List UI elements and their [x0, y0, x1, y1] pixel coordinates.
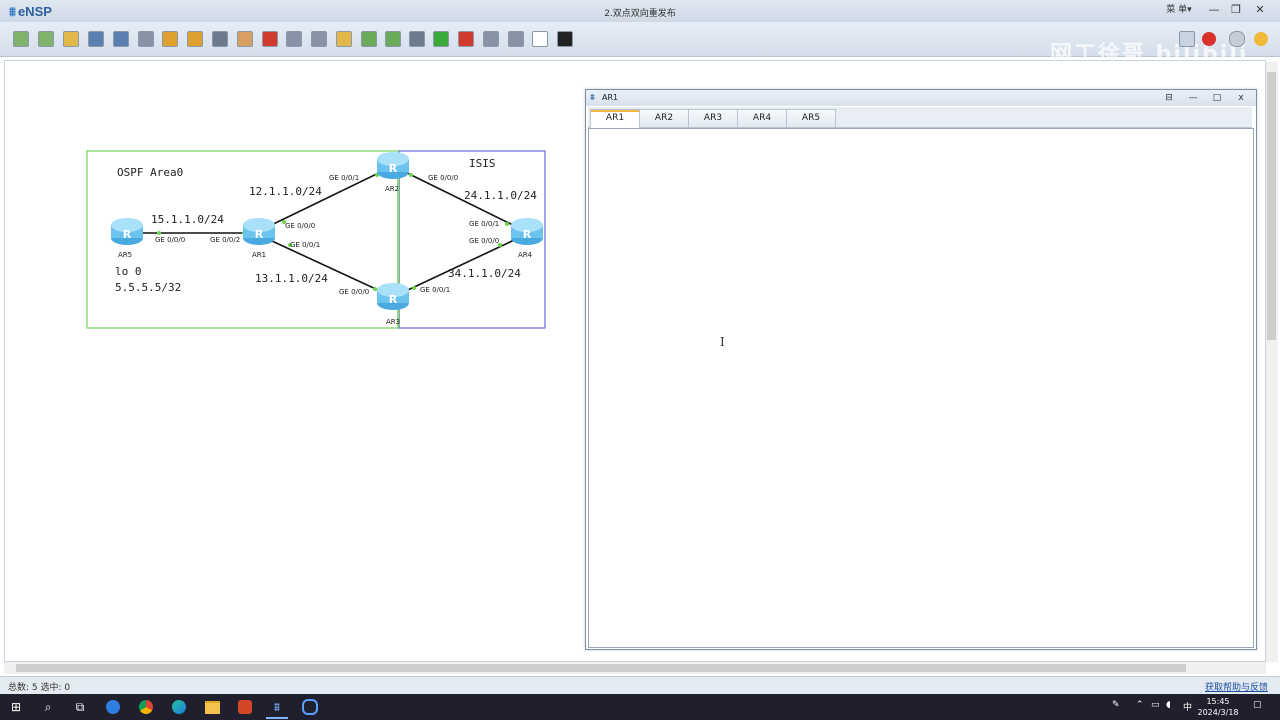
- ospf-area-label: OSPF Area0: [117, 166, 184, 179]
- port-ar4-g001: GE 0/0/1: [469, 220, 500, 228]
- router-ar1-label[interactable]: AR1: [252, 251, 266, 259]
- isis-area-label: ISIS: [469, 157, 496, 170]
- router-ar2-label[interactable]: AR2: [385, 185, 399, 193]
- loopback-address: 5.5.5.5/32: [115, 281, 182, 294]
- search-app-icon[interactable]: [299, 697, 321, 717]
- router-ar3-label[interactable]: AR3: [386, 318, 400, 326]
- link-ar1-ar2: [258, 165, 394, 232]
- volume-icon[interactable]: ◖: [1166, 700, 1171, 710]
- subnet-13: 13.1.1.0/24: [255, 272, 328, 285]
- ensp-icon[interactable]: ⩩: [266, 697, 288, 719]
- tab-ar5[interactable]: AR5: [786, 109, 836, 128]
- subnet-12: 12.1.1.0/24: [249, 185, 322, 198]
- port-dot: [505, 222, 509, 226]
- router-ar4-icon: R: [511, 218, 543, 245]
- console-tabs: AR1 AR2 AR3 AR4 AR5: [588, 107, 1252, 128]
- status-bar: 总数: 5 选中: 0 获取帮助与反馈: [0, 676, 1280, 695]
- router-ar2-icon: R: [377, 152, 409, 179]
- status-count: 总数: 5 选中: 0: [8, 683, 71, 693]
- svg-text:R: R: [389, 293, 398, 306]
- router-ar1-icon: R: [243, 218, 275, 245]
- clock-date: 2024/3/18: [1197, 708, 1239, 717]
- notification-icon[interactable]: ▢: [1253, 700, 1262, 710]
- link-ar1-ar3: [258, 234, 394, 298]
- svg-text:R: R: [255, 228, 264, 241]
- vertical-scroll-thumb[interactable]: [1267, 72, 1276, 340]
- help-feedback-link[interactable]: 获取帮助与反馈: [1205, 680, 1268, 693]
- start-icon[interactable]: ⊞: [5, 697, 27, 717]
- port-ar1-g001: GE 0/0/1: [290, 241, 321, 249]
- svg-text:R: R: [523, 228, 532, 241]
- console-window: ⩩ AR1 ⊟ — □ x AR1 AR2 AR3 AR4 AR5: [585, 89, 1257, 650]
- router-ar4-label[interactable]: AR4: [518, 251, 532, 259]
- router-ar3-icon: R: [377, 283, 409, 310]
- port-ar1-g000: GE 0/0/0: [285, 222, 316, 230]
- tab-ar1[interactable]: AR1: [590, 109, 640, 128]
- port-ar4-g000: GE 0/0/0: [469, 237, 500, 245]
- tab-ar3[interactable]: AR3: [688, 109, 738, 128]
- network-icon[interactable]: ▭: [1151, 700, 1160, 710]
- port-ar3-g000: GE 0/0/0: [339, 288, 370, 296]
- port-ar5-g000: GE 0/0/0: [155, 236, 186, 244]
- port-ar2-g001: GE 0/0/1: [329, 174, 360, 182]
- console-terminal[interactable]: [588, 128, 1254, 648]
- svg-text:R: R: [389, 162, 398, 175]
- clock-time: 15:45: [1206, 697, 1230, 706]
- router-ar5-icon: R: [111, 218, 143, 245]
- port-ar2-g000: GE 0/0/0: [428, 174, 459, 182]
- port-dot: [409, 173, 413, 177]
- port-dot: [412, 286, 416, 290]
- console-title: AR1: [602, 93, 619, 102]
- ime-indicator[interactable]: 中: [1183, 700, 1192, 713]
- taskbar-clock[interactable]: 15:45 2024/3/18: [1196, 696, 1240, 718]
- port-dot: [373, 287, 377, 291]
- port-dot: [157, 231, 161, 235]
- svg-text:R: R: [123, 228, 132, 241]
- console-close-button[interactable]: x: [1232, 91, 1250, 105]
- console-pin-button[interactable]: ⊟: [1160, 91, 1178, 105]
- subnet-34: 34.1.1.0/24: [448, 267, 521, 280]
- loopback-name: lo 0: [115, 265, 142, 278]
- router-ar5-label[interactable]: AR5: [118, 251, 132, 259]
- ensp-console-icon: ⩩: [590, 93, 595, 103]
- port-ar3-g001: GE 0/0/1: [420, 286, 451, 294]
- text-cursor-icon: I: [720, 335, 725, 349]
- vertical-scrollbar[interactable]: [1266, 62, 1278, 662]
- app-blue-icon[interactable]: [102, 697, 124, 717]
- powerpoint-icon[interactable]: [234, 697, 256, 717]
- edge-icon[interactable]: [168, 697, 190, 717]
- subnet-24: 24.1.1.0/24: [464, 189, 537, 202]
- console-minimize-button[interactable]: —: [1184, 91, 1202, 105]
- horizontal-scroll-thumb[interactable]: [16, 664, 1186, 672]
- tab-ar2[interactable]: AR2: [639, 109, 689, 128]
- subnet-15: 15.1.1.0/24: [151, 213, 224, 226]
- taskbar: ⊞ ⌕ ⧉ ⩩ ✎ ⌃ ▭ ◖ 中 15:45 2024/3/18 ▢: [0, 694, 1280, 720]
- console-maximize-button[interactable]: □: [1208, 91, 1226, 105]
- port-ar1-g002: GE 0/0/2: [210, 236, 241, 244]
- search-icon[interactable]: ⌕: [37, 697, 59, 717]
- console-title-bar[interactable]: ⩩ AR1 ⊟ — □ x: [586, 90, 1256, 106]
- file-explorer-icon[interactable]: [201, 697, 223, 717]
- pen-icon[interactable]: ✎: [1112, 700, 1120, 710]
- task-view-icon[interactable]: ⧉: [69, 697, 91, 717]
- tab-ar4[interactable]: AR4: [737, 109, 787, 128]
- tray-chevron-icon[interactable]: ⌃: [1136, 700, 1144, 710]
- horizontal-scrollbar[interactable]: [4, 662, 1266, 674]
- chrome-icon[interactable]: [135, 697, 157, 717]
